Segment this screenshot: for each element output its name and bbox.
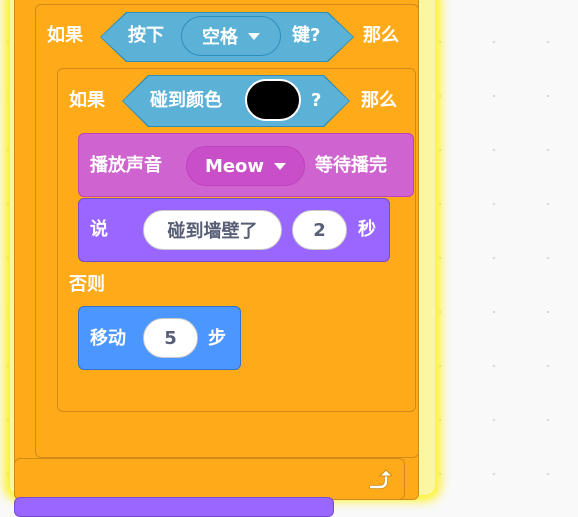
key-suffix-label: 键? [292,25,321,46]
play-sound-label: 播放声音 [90,155,162,176]
sound-dropdown-value: Meow [204,155,265,177]
loop-bottom-arm [14,458,405,500]
outer-then-label: 那么 [363,25,399,46]
next-block-peek[interactable] [14,497,334,517]
seconds-label: 秒 [358,219,376,240]
touching-color-label: 碰到颜色 [150,90,222,111]
color-swatch[interactable] [245,79,301,121]
caret-down-icon [274,162,287,170]
key-pressed-label: 按下 [128,25,164,46]
key-dropdown[interactable]: 空格 [181,16,281,56]
say-seconds-input[interactable]: 2 [292,210,347,250]
wait-until-done-label: 等待播完 [315,155,387,176]
inner-then-label: 那么 [361,90,397,111]
move-steps-input[interactable]: 5 [143,318,198,358]
loop-arrow-icon [366,467,394,493]
outer-if-label: 如果 [47,25,83,46]
steps-label: 步 [208,328,226,349]
else-label: 否则 [69,274,105,295]
key-dropdown-value: 空格 [202,27,238,48]
touching-color-question: ? [311,90,322,111]
say-message-input[interactable]: 碰到墙壁了 [143,210,282,250]
caret-down-icon [248,32,260,40]
say-label: 说 [90,219,108,240]
inner-if-label: 如果 [69,90,105,111]
move-label: 移动 [90,328,126,349]
sound-dropdown[interactable]: Meow [186,146,305,186]
